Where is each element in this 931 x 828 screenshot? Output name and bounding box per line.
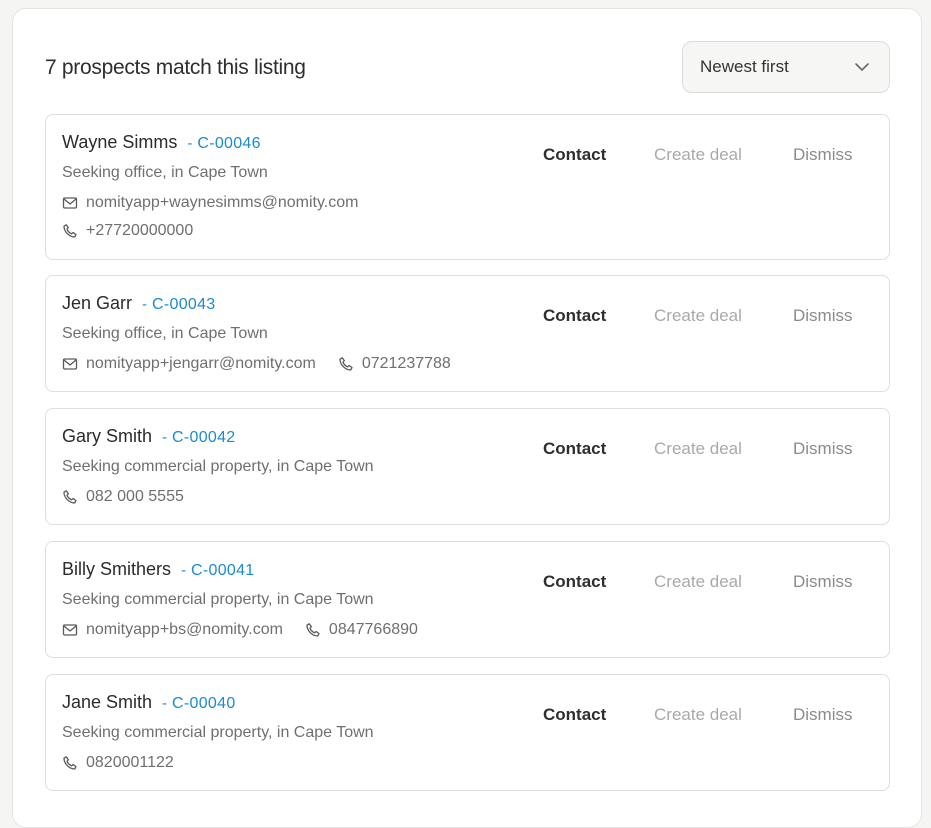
prospect-heading: Gary Smith - C-00042: [62, 426, 236, 447]
create-deal-button[interactable]: Create deal: [654, 705, 742, 725]
prospect-heading: Jen Garr - C-00043: [62, 293, 216, 314]
email-item: nomityapp+jengarr@nomity.com: [62, 355, 316, 373]
contact-button[interactable]: Contact: [543, 572, 606, 592]
prospect-name: Wayne Simms: [62, 132, 178, 152]
phone-item: 0847766890: [305, 621, 418, 639]
phone-icon: [306, 623, 320, 637]
prospect-email: nomityapp+bs@nomity.com: [86, 621, 283, 638]
mail-icon: [62, 197, 78, 209]
create-deal-button[interactable]: Create deal: [654, 145, 742, 165]
prospect-phone-row: +27720000000: [62, 222, 215, 240]
prospect-phone-row: 0820001122: [62, 754, 196, 772]
dismiss-button[interactable]: Dismiss: [793, 439, 853, 459]
prospect-email: nomityapp+jengarr@nomity.com: [86, 355, 316, 372]
prospect-seeking: Seeking office, in Cape Town: [62, 164, 268, 181]
phone-item: 082 000 5555: [62, 488, 184, 506]
phone-icon: [63, 224, 77, 238]
prospect-phone-row: 082 000 5555: [62, 488, 206, 506]
code-separator: -: [181, 562, 187, 579]
prospect-seeking: Seeking commercial property, in Cape Tow…: [62, 591, 374, 608]
prospect-card: Gary Smith - C-00042 Seeking commercial …: [45, 408, 890, 525]
phone-icon: [339, 357, 353, 371]
mail-icon: [62, 358, 78, 370]
contact-button[interactable]: Contact: [543, 145, 606, 165]
contact-button[interactable]: Contact: [543, 306, 606, 326]
prospect-phone: 0820001122: [86, 754, 174, 771]
prospect-card: Billy Smithers - C-00041 Seeking commerc…: [45, 541, 890, 658]
prospect-heading: Wayne Simms - C-00046: [62, 132, 261, 153]
prospect-code-link[interactable]: C-00046: [197, 135, 260, 153]
prospect-contact-row: nomityapp+jengarr@nomity.com 0721237788: [62, 355, 473, 373]
sort-dropdown[interactable]: Newest first: [682, 41, 890, 93]
prospect-contact-row: nomityapp+bs@nomity.com 0847766890: [62, 621, 440, 639]
contact-button[interactable]: Contact: [543, 705, 606, 725]
prospect-card: Wayne Simms - C-00046 Seeking office, in…: [45, 114, 890, 260]
code-separator: -: [187, 135, 193, 152]
create-deal-button[interactable]: Create deal: [654, 439, 742, 459]
card-actions: Contact Create deal Dismiss: [543, 145, 873, 167]
code-separator: -: [162, 429, 168, 446]
phone-icon: [63, 490, 77, 504]
prospects-panel: 7 prospects match this listing Newest fi…: [12, 8, 922, 828]
code-separator: -: [142, 296, 148, 313]
page-title: 7 prospects match this listing: [45, 56, 306, 79]
email-item: nomityapp+waynesimms@nomity.com: [62, 194, 358, 212]
prospect-heading: Jane Smith - C-00040: [62, 692, 236, 713]
prospect-name: Jen Garr: [62, 293, 133, 313]
sort-selected-value: Newest first: [700, 57, 789, 76]
prospect-name: Jane Smith: [62, 692, 153, 712]
phone-item: 0721237788: [338, 355, 451, 373]
create-deal-button[interactable]: Create deal: [654, 572, 742, 592]
prospect-phone: 082 000 5555: [86, 488, 184, 505]
contact-button[interactable]: Contact: [543, 439, 606, 459]
create-deal-button[interactable]: Create deal: [654, 306, 742, 326]
prospect-email-row: nomityapp+waynesimms@nomity.com: [62, 194, 380, 212]
prospect-seeking: Seeking commercial property, in Cape Tow…: [62, 458, 374, 475]
mail-icon: [62, 624, 78, 636]
dismiss-button[interactable]: Dismiss: [793, 306, 853, 326]
prospect-seeking: Seeking commercial property, in Cape Tow…: [62, 724, 374, 741]
prospect-name: Gary Smith: [62, 426, 153, 446]
card-actions: Contact Create deal Dismiss: [543, 705, 873, 727]
prospect-code-link[interactable]: C-00042: [172, 429, 235, 447]
dismiss-button[interactable]: Dismiss: [793, 705, 853, 725]
phone-icon: [63, 756, 77, 770]
card-actions: Contact Create deal Dismiss: [543, 439, 873, 461]
prospect-phone: +27720000000: [86, 222, 194, 239]
prospect-card: Jane Smith - C-00040 Seeking commercial …: [45, 674, 890, 791]
prospect-heading: Billy Smithers - C-00041: [62, 559, 255, 580]
card-actions: Contact Create deal Dismiss: [543, 306, 873, 328]
card-actions: Contact Create deal Dismiss: [543, 572, 873, 594]
dismiss-button[interactable]: Dismiss: [793, 145, 853, 165]
dismiss-button[interactable]: Dismiss: [793, 572, 853, 592]
prospect-code-link[interactable]: C-00043: [152, 296, 215, 314]
phone-item: 0820001122: [62, 754, 174, 772]
prospect-card: Jen Garr - C-00043 Seeking office, in Ca…: [45, 275, 890, 392]
prospect-phone: 0847766890: [328, 621, 418, 638]
prospect-name: Billy Smithers: [62, 559, 172, 579]
chevron-down-icon: [855, 63, 869, 71]
phone-item: +27720000000: [62, 222, 193, 240]
prospect-email: nomityapp+waynesimms@nomity.com: [86, 194, 359, 211]
prospect-seeking: Seeking office, in Cape Town: [62, 325, 268, 342]
prospect-code-link[interactable]: C-00040: [172, 695, 235, 713]
email-item: nomityapp+bs@nomity.com: [62, 621, 283, 639]
prospect-phone: 0721237788: [361, 355, 451, 372]
code-separator: -: [162, 695, 168, 712]
prospect-code-link[interactable]: C-00041: [191, 562, 254, 580]
